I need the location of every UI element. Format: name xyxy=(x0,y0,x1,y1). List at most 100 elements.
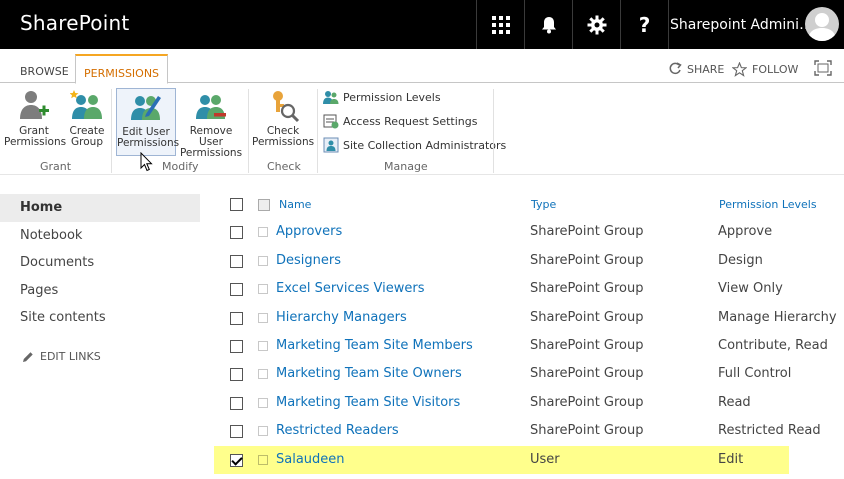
permission-levels-label: Permission Levels xyxy=(343,90,441,104)
row-type: SharePoint Group xyxy=(530,337,644,353)
table-row[interactable]: Marketing Team Site Owners SharePoint Gr… xyxy=(214,360,844,388)
nav-item-home[interactable]: Home xyxy=(0,194,200,222)
group-separator xyxy=(493,89,494,173)
follow-button[interactable]: FOLLOW xyxy=(732,62,798,77)
tab-browse[interactable]: BROWSE xyxy=(12,58,77,83)
select-all-checkbox[interactable] xyxy=(230,198,243,211)
create-group-line2: Group xyxy=(71,136,103,148)
edit-user-permissions-button[interactable]: Edit User Permissions xyxy=(116,88,180,156)
mouse-cursor-icon xyxy=(140,152,153,172)
column-header-permission-levels[interactable]: Permission Levels xyxy=(719,198,817,211)
group-label-grant: Grant xyxy=(40,160,72,173)
row-checkbox[interactable] xyxy=(230,226,243,240)
row-permission-levels: Approve xyxy=(718,224,773,240)
table-row-highlighted[interactable]: Salaudeen User Edit xyxy=(214,445,789,474)
group-label-modify: Modify xyxy=(162,160,199,173)
item-select-box[interactable] xyxy=(258,227,268,238)
table-row[interactable]: Excel Services Viewers SharePoint Group … xyxy=(214,275,844,303)
row-permission-levels: View Only xyxy=(718,281,783,297)
row-type: SharePoint Group xyxy=(530,281,644,297)
group-label-manage: Manage xyxy=(384,160,428,173)
row-checkbox[interactable] xyxy=(230,396,243,410)
create-group-button[interactable]: Create Group xyxy=(66,89,108,148)
row-checkbox[interactable] xyxy=(230,339,243,353)
row-permission-levels: Design xyxy=(718,252,763,268)
edit-user-permissions-line2: Permissions xyxy=(117,137,180,149)
focus-content-button[interactable] xyxy=(814,60,832,76)
table-row[interactable]: Restricted Readers SharePoint Group Rest… xyxy=(214,417,844,445)
item-select-box[interactable] xyxy=(258,255,268,266)
follow-label: FOLLOW xyxy=(752,63,799,76)
row-name-link[interactable]: Marketing Team Site Owners xyxy=(276,366,462,381)
row-name-link[interactable]: Salaudeen xyxy=(276,452,345,467)
remove-user-permissions-button[interactable]: Remove User Permissions xyxy=(178,89,244,159)
nav-item-pages[interactable]: Pages xyxy=(0,277,200,305)
item-select-box[interactable] xyxy=(258,284,268,295)
nav-item-notebook[interactable]: Notebook xyxy=(0,222,200,250)
nav-item-site-contents[interactable]: Site contents xyxy=(0,304,200,332)
row-type: User xyxy=(530,451,560,467)
table-row[interactable]: Marketing Team Site Members SharePoint G… xyxy=(214,332,844,360)
item-select-box[interactable] xyxy=(258,397,268,408)
row-checkbox-checked[interactable] xyxy=(230,453,243,467)
item-select-box[interactable] xyxy=(258,369,268,380)
ribbon-tabs: BROWSE PERMISSIONS SHARE FOLLOW xyxy=(0,49,844,84)
row-checkbox[interactable] xyxy=(230,368,243,382)
column-header-name[interactable]: Name xyxy=(279,198,311,211)
share-button[interactable]: SHARE xyxy=(668,62,724,76)
check-permissions-button[interactable]: Check Permissions xyxy=(252,89,314,148)
row-checkbox[interactable] xyxy=(230,254,243,268)
access-request-settings-button[interactable]: Access Request Settings xyxy=(323,113,477,129)
table-row[interactable]: Hierarchy Managers SharePoint Group Mana… xyxy=(214,304,844,332)
column-header-type[interactable]: Type xyxy=(531,198,556,211)
item-select-box[interactable] xyxy=(258,340,268,351)
user-name: Sharepoint Admini… xyxy=(670,16,814,33)
item-select-box[interactable] xyxy=(258,426,268,437)
row-permission-levels: Contribute, Read xyxy=(718,337,828,353)
notifications-button[interactable] xyxy=(524,0,572,49)
row-name-link[interactable]: Designers xyxy=(276,253,341,268)
row-checkbox[interactable] xyxy=(230,311,243,325)
row-name-link[interactable]: Hierarchy Managers xyxy=(276,310,407,325)
grant-permissions-button[interactable]: Grant Permissions xyxy=(4,89,67,148)
help-button[interactable]: ? xyxy=(620,0,668,49)
edit-links-button[interactable]: EDIT LINKS xyxy=(22,350,101,363)
row-name-link[interactable]: Marketing Team Site Visitors xyxy=(276,395,460,410)
table-row[interactable]: Approvers SharePoint Group Approve xyxy=(214,218,844,246)
site-collection-administrators-label: Site Collection Administrators xyxy=(343,138,507,152)
permission-levels-button[interactable]: Permission Levels xyxy=(323,89,441,105)
pencil-icon xyxy=(23,351,33,362)
grant-permissions-line2: Permissions xyxy=(4,136,67,148)
remove-user-permissions-line2: Permissions xyxy=(179,147,243,159)
item-select-box[interactable] xyxy=(258,454,268,465)
row-name-link[interactable]: Approvers xyxy=(276,224,342,239)
app-launcher-button[interactable] xyxy=(476,0,524,49)
avatar xyxy=(805,7,839,41)
row-checkbox[interactable] xyxy=(230,283,243,297)
group-separator xyxy=(317,89,318,173)
table-row[interactable]: Designers SharePoint Group Design xyxy=(214,247,844,275)
group-separator xyxy=(248,89,249,173)
site-collection-administrators-button[interactable]: Site Collection Administrators xyxy=(323,137,506,153)
remove-user-permissions-icon xyxy=(196,95,226,119)
site-collection-administrators-icon xyxy=(323,137,339,153)
permissions-table: Name Type Permission Levels Approvers Sh… xyxy=(214,190,844,474)
row-name-link[interactable]: Marketing Team Site Members xyxy=(276,338,473,353)
row-type: SharePoint Group xyxy=(530,309,644,325)
bell-icon xyxy=(541,16,556,33)
settings-button[interactable] xyxy=(572,0,620,49)
group-separator xyxy=(111,89,112,173)
row-permission-levels: Restricted Read xyxy=(718,423,821,439)
item-select-box[interactable] xyxy=(258,312,268,323)
row-checkbox[interactable] xyxy=(230,425,243,439)
table-row[interactable]: Marketing Team Site Visitors SharePoint … xyxy=(214,389,844,417)
tab-permissions[interactable]: PERMISSIONS xyxy=(75,54,169,84)
row-type: SharePoint Group xyxy=(530,394,644,410)
row-name-link[interactable]: Excel Services Viewers xyxy=(276,281,424,296)
nav-item-documents[interactable]: Documents xyxy=(0,249,200,277)
user-menu[interactable]: Sharepoint Admini… xyxy=(668,0,844,49)
row-name-link[interactable]: Restricted Readers xyxy=(276,423,399,438)
brand-title[interactable]: SharePoint xyxy=(20,11,129,35)
table-header: Name Type Permission Levels xyxy=(214,190,844,218)
row-type: SharePoint Group xyxy=(530,366,644,382)
